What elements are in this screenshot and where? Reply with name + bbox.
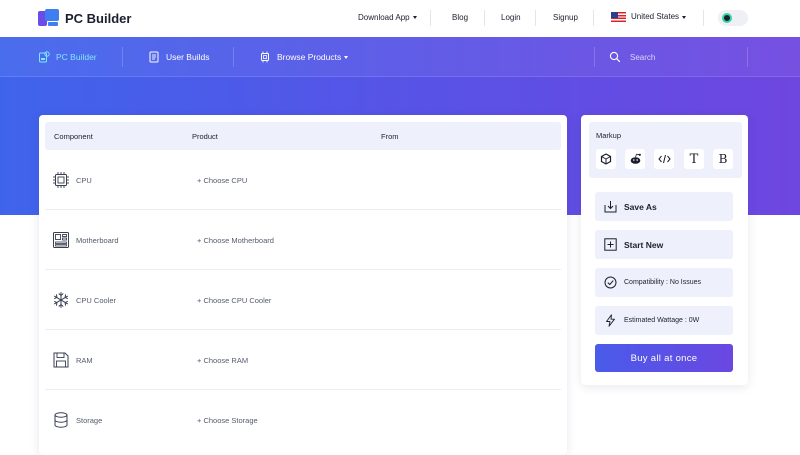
tab-user-builds[interactable]: User Builds (148, 37, 209, 77)
tab-pc-builder-label: PC Builder (56, 52, 97, 62)
toggle-knob (722, 13, 732, 23)
table-row: CPU + Choose CPU (45, 150, 561, 210)
tab-user-builds-label: User Builds (166, 52, 210, 62)
header-component: Component (54, 132, 93, 141)
markup-code-button[interactable] (654, 149, 674, 169)
table-row: Storage + Choose Storage (45, 390, 561, 450)
tab-browse-products-label: Browse Products (277, 52, 342, 62)
country-label: United States (631, 12, 680, 22)
chevron-down-icon (344, 55, 349, 59)
header-from: From (381, 132, 399, 141)
markup-box-button[interactable] (596, 149, 616, 169)
component-name: Storage (76, 416, 103, 425)
tab-pc-builder[interactable]: PC Builder (38, 37, 97, 77)
check-circle-icon (604, 276, 617, 289)
top-links: Download App Blog Login Signup United St… (0, 0, 800, 37)
start-new-button[interactable]: Start New (595, 230, 733, 259)
chevron-down-icon (682, 15, 687, 19)
component-name: Motherboard (76, 236, 119, 245)
top-navbar: PC Builder Download App Blog Login Signu… (0, 0, 800, 37)
motherboard-icon (53, 232, 69, 248)
ram-icon (53, 352, 69, 368)
tab-browse-products[interactable]: Browse Products (259, 37, 349, 77)
code-icon (657, 154, 671, 164)
lightning-icon (606, 314, 615, 327)
storage-icon (54, 412, 68, 428)
compatibility-status: Compatibility : No Issues (595, 268, 733, 297)
download-icon (604, 201, 617, 213)
choose-motherboard-link[interactable]: + Choose Motherboard (197, 236, 274, 245)
search-input[interactable]: Search (630, 53, 655, 62)
wattage-label: Estimated Wattage : 0W (624, 317, 700, 324)
component-name: RAM (76, 356, 93, 365)
cube-icon (600, 153, 612, 165)
chip-icon (261, 51, 269, 63)
save-as-label: Save As (624, 201, 657, 212)
choose-ram-link[interactable]: + Choose RAM (197, 356, 248, 365)
snowflake-icon (54, 292, 68, 308)
country-selector[interactable]: United States (611, 12, 687, 22)
build-table-card: Component Product From CPU + Choose CPU (39, 115, 567, 455)
buy-all-button[interactable]: Buy all at once (595, 344, 733, 372)
component-name: CPU (76, 176, 92, 185)
table-row: Motherboard + Choose Motherboard (45, 210, 561, 270)
markup-title: Markup (596, 131, 622, 140)
save-as-button[interactable]: Save As (595, 192, 733, 221)
search-box[interactable]: Search (609, 37, 655, 77)
bold-icon: B (718, 152, 728, 166)
reddit-icon (630, 153, 641, 164)
markup-reddit-button[interactable] (625, 149, 645, 169)
start-new-label: Start New (624, 239, 664, 250)
us-flag-icon (611, 12, 626, 22)
table-row: RAM + Choose RAM (45, 330, 561, 390)
search-icon (609, 51, 621, 63)
table-row: CPU Cooler + Choose CPU Cooler (45, 270, 561, 330)
build-side-panel: Markup T B Save As Start New Compatibili… (581, 115, 748, 385)
header-product: Product (192, 132, 218, 141)
signup-link[interactable]: Signup (553, 13, 578, 22)
cpu-icon (53, 172, 69, 188)
wattage-status: Estimated Wattage : 0W (595, 306, 733, 335)
compatibility-label: Compatibility : No Issues (624, 279, 702, 286)
choose-storage-link[interactable]: + Choose Storage (197, 416, 258, 425)
choose-cpu-link[interactable]: + Choose CPU (197, 176, 247, 185)
chevron-down-icon (412, 16, 417, 20)
pc-builder-icon (39, 51, 50, 63)
text-icon: T (689, 151, 699, 167)
markup-box: Markup T B (589, 122, 742, 178)
markup-text-button[interactable]: T (684, 149, 704, 169)
plus-square-icon (604, 238, 617, 251)
download-app-menu[interactable]: Download App (358, 13, 417, 22)
login-link[interactable]: Login (501, 13, 521, 22)
blog-link[interactable]: Blog (452, 13, 468, 22)
markup-bbcode-button[interactable]: B (713, 149, 733, 169)
choose-cpu-cooler-link[interactable]: + Choose CPU Cooler (197, 296, 271, 305)
theme-toggle[interactable] (718, 10, 748, 26)
component-name: CPU Cooler (76, 296, 117, 305)
download-app-label: Download App (358, 13, 410, 22)
sub-navbar: PC Builder User Builds Browse Products S… (0, 37, 800, 77)
table-header: Component Product From (45, 122, 561, 150)
document-icon (149, 51, 159, 63)
